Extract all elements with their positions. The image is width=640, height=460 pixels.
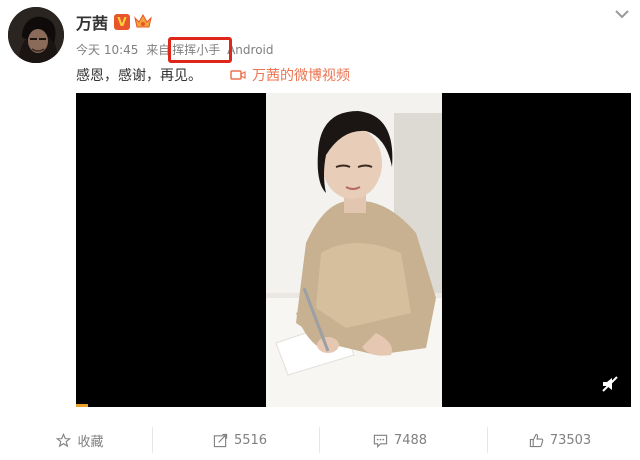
video-still-image	[266, 93, 442, 407]
comment-button[interactable]: 7488	[320, 427, 480, 453]
comment-icon	[373, 434, 388, 448]
star-icon	[56, 432, 72, 447]
like-button[interactable]: 73503	[480, 427, 640, 453]
video-link-label: 万茜的微博视频	[252, 68, 350, 84]
share-icon	[213, 433, 228, 447]
video-link[interactable]: 万茜的微博视频	[230, 65, 350, 85]
video-frame	[266, 93, 442, 407]
author-name[interactable]: 万茜	[76, 10, 108, 34]
source-highlight-box	[168, 37, 232, 63]
avatar-image	[8, 7, 64, 63]
action-bar: 收藏 5516 7488 73503	[0, 427, 640, 453]
verified-v-icon: V	[114, 14, 130, 30]
mute-icon[interactable]	[601, 375, 619, 393]
avatar[interactable]	[8, 7, 64, 63]
repost-button[interactable]: 5516	[160, 427, 320, 453]
divider	[487, 427, 488, 453]
post-text: 感恩，感谢，再见。	[76, 68, 202, 84]
video-camera-icon	[230, 70, 246, 80]
video-player[interactable]	[76, 93, 631, 407]
repost-count: 5516	[233, 432, 268, 448]
post-time[interactable]: 今天 10:45	[76, 41, 138, 58]
video-progress-bar[interactable]	[76, 404, 88, 407]
like-count: 73503	[549, 432, 592, 448]
chevron-down-icon[interactable]	[614, 8, 630, 20]
comment-count: 7488	[393, 432, 428, 448]
thumbs-up-icon	[529, 433, 544, 447]
crown-icon[interactable]	[133, 12, 153, 30]
divider	[152, 427, 153, 453]
from-label: 来自	[146, 43, 171, 57]
post-device: Android	[227, 43, 274, 57]
favorite-label: 收藏	[77, 434, 104, 450]
favorite-button[interactable]: 收藏	[0, 427, 160, 453]
divider	[319, 427, 320, 453]
